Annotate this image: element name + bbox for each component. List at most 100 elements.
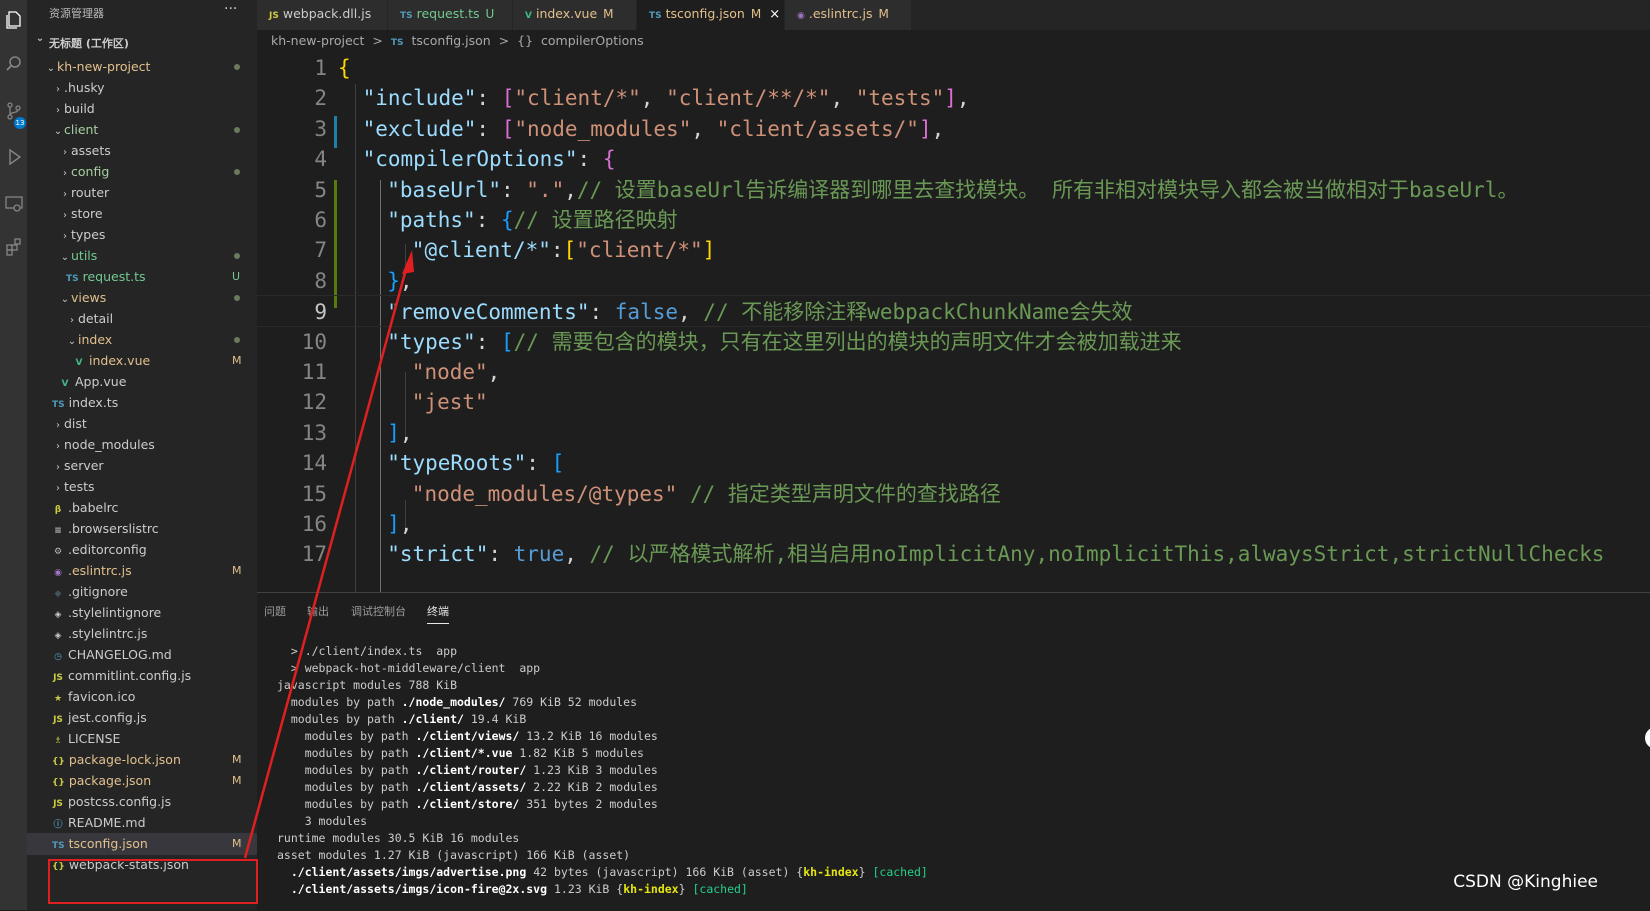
tree-item[interactable]: › tests bbox=[27, 476, 257, 498]
close-icon[interactable]: × bbox=[769, 7, 780, 22]
tree-item[interactable]: ≡ .browserslistrc bbox=[27, 518, 257, 540]
code-line[interactable]: 1{ bbox=[257, 52, 1650, 84]
tree-item[interactable]: › dist bbox=[27, 413, 257, 435]
tree-item[interactable]: ⌄ utils bbox=[27, 245, 257, 267]
search-icon[interactable] bbox=[0, 50, 27, 78]
code-text: "exclude": ["node_modules", "client/asse… bbox=[362, 116, 945, 141]
remote-explorer-icon[interactable] bbox=[0, 190, 27, 218]
tree-item-label: store bbox=[71, 206, 103, 221]
explorer-title: 资源管理器 bbox=[49, 7, 104, 20]
code-line[interactable]: 13], bbox=[257, 417, 1650, 449]
tree-item[interactable]: TS index.ts bbox=[27, 392, 257, 414]
tree-item[interactable]: β .babelrc bbox=[27, 497, 257, 519]
breadcrumb-project[interactable]: kh-new-project bbox=[271, 33, 364, 48]
tree-item[interactable]: JS postcss.config.js bbox=[27, 791, 257, 813]
terminal-line: > webpack-hot-middleware/client app bbox=[277, 661, 541, 675]
code-text: "include": ["client/*", "client/**/*", "… bbox=[362, 86, 970, 111]
tree-item[interactable]: ◈ .stylelintrc.js bbox=[27, 623, 257, 645]
tree-item[interactable]: ⚙ .editorconfig bbox=[27, 539, 257, 561]
code-line[interactable]: 14 "typeRoots": [ bbox=[257, 447, 1650, 479]
tree-item-label: index.vue bbox=[89, 353, 151, 368]
extensions-icon[interactable] bbox=[0, 233, 27, 261]
code-editor[interactable]: 1{2 "include": ["client/*", "client/**/*"… bbox=[257, 52, 1650, 592]
tree-item[interactable]: V App.vue bbox=[27, 371, 257, 393]
code-line[interactable]: 12 "jest" bbox=[257, 386, 1650, 418]
code-line[interactable]: 5 "baseUrl": ".",// 设置baseUrl告诉编译器到哪里去查找模… bbox=[257, 174, 1650, 206]
tree-item[interactable]: JS jest.config.js bbox=[27, 707, 257, 729]
files-icon[interactable] bbox=[0, 6, 27, 34]
terminal-line: modules by path ./client/router/ 1.23 Ki… bbox=[277, 763, 658, 777]
editor-tab[interactable]: JS webpack.dll.js bbox=[257, 0, 388, 30]
breadcrumb-file[interactable]: tsconfig.json bbox=[411, 33, 490, 48]
tree-item[interactable]: ★ favicon.ico bbox=[27, 686, 257, 708]
panel-tab[interactable]: 调试控制台 bbox=[351, 603, 406, 619]
code-line[interactable]: 9 "removeComments": false, // 不能移除注释webpa… bbox=[257, 295, 1650, 328]
line-number: 10 bbox=[301, 329, 327, 354]
terminal-output[interactable]: > ./client/index.ts app > webpack-hot-mi… bbox=[277, 643, 928, 898]
bottom-panel: 问题 输出 调试控制台 终端 > ./client/index.ts app > we… bbox=[257, 592, 1650, 911]
tree-item[interactable]: ⌄ kh-new-project bbox=[27, 56, 257, 78]
tree-item[interactable]: JS commitlint.config.js bbox=[27, 665, 257, 687]
tree-item[interactable]: › types bbox=[27, 224, 257, 246]
panel-tab[interactable]: 输出 bbox=[307, 603, 329, 619]
code-line[interactable]: 17 "strict": true, // 以严格模式解析,相当启用noImpli… bbox=[257, 538, 1650, 570]
tree-item[interactable]: ◆ .gitignore bbox=[27, 581, 257, 603]
tree-item[interactable]: › node_modules bbox=[27, 434, 257, 456]
editor-tab[interactable]: TS request.ts U bbox=[388, 0, 513, 30]
tree-item[interactable]: ♗ LICENSE bbox=[27, 728, 257, 750]
code-line[interactable]: 11 "node", bbox=[257, 356, 1650, 388]
code-line[interactable]: 2 "include": ["client/*", "client/**/*", … bbox=[257, 82, 1650, 114]
terminal-line: modules by path ./client/assets/ 2.22 Ki… bbox=[277, 780, 658, 794]
code-line[interactable]: 16], bbox=[257, 508, 1650, 540]
tab-status-badge: M bbox=[603, 7, 614, 21]
tree-item[interactable]: › assets bbox=[27, 140, 257, 162]
code-line[interactable]: 3 "exclude": ["node_modules", "client/ass… bbox=[257, 113, 1650, 145]
code-line[interactable]: 4 "compilerOptions": { bbox=[257, 143, 1650, 175]
tree-item-label: .editorconfig bbox=[68, 542, 147, 557]
tree-item[interactable]: › store bbox=[27, 203, 257, 225]
tree-item[interactable]: ⌄ views bbox=[27, 287, 257, 309]
editor-tab[interactable]: Vindex.vue M bbox=[513, 0, 637, 30]
panel-tab[interactable]: 问题 bbox=[264, 603, 286, 619]
tree-item-label: LICENSE bbox=[68, 731, 121, 746]
tree-item[interactable]: ⓘ README.md bbox=[27, 812, 257, 834]
breadcrumb-separator: > bbox=[498, 33, 510, 48]
tree-item[interactable]: ⌄ index bbox=[27, 329, 257, 351]
tree-item[interactable]: › config bbox=[27, 161, 257, 183]
tree-item[interactable]: TS tsconfig.json M bbox=[27, 833, 257, 855]
tree-item[interactable]: ⌄ client bbox=[27, 119, 257, 141]
code-line[interactable]: 10 "types": [// 需要包含的模块，只有在这里列出的模块的声明文件才会… bbox=[257, 326, 1650, 358]
file-type-icon: TS bbox=[649, 11, 662, 21]
code-text: "types": [// 需要包含的模块，只有在这里列出的模块的声明文件才会被加… bbox=[387, 329, 1182, 354]
tree-item-label: CHANGELOG.md bbox=[68, 647, 172, 662]
tree-item[interactable]: › router bbox=[27, 182, 257, 204]
tree-item[interactable]: {} package.json M bbox=[27, 770, 257, 792]
tree-item-label: router bbox=[71, 185, 110, 200]
tree-item[interactable]: {} package-lock.json M bbox=[27, 749, 257, 771]
tree-item[interactable]: ◈ .stylelintignore bbox=[27, 602, 257, 624]
code-line[interactable]: 6 "paths": {// 设置路径映射 bbox=[257, 204, 1650, 236]
editor-tab[interactable]: ◉ .eslintrc.js M bbox=[785, 0, 912, 30]
git-status-badge: U bbox=[232, 270, 241, 283]
tree-item[interactable]: › server bbox=[27, 455, 257, 477]
tree-item[interactable]: › build bbox=[27, 98, 257, 120]
panel-tab[interactable]: 终端 bbox=[427, 603, 449, 624]
breadcrumb-symbol[interactable]: compilerOptions bbox=[541, 33, 644, 48]
line-number: 6 bbox=[314, 208, 327, 232]
tree-item[interactable]: ◷ CHANGELOG.md bbox=[27, 644, 257, 666]
tree-item[interactable]: TS request.ts U bbox=[27, 266, 257, 288]
workspace-section[interactable]: ⌄ 无标题 (工作区) bbox=[27, 33, 257, 51]
editor-tabs: JS webpack.dll.js TS request.ts U Vindex.vue M… bbox=[257, 0, 1650, 30]
more-actions-button[interactable]: ··· bbox=[224, 1, 237, 17]
run-debug-icon[interactable] bbox=[0, 143, 27, 171]
code-line[interactable]: 7 "@client/*":["client/*"] bbox=[257, 234, 1650, 266]
code-line[interactable]: 8}, bbox=[257, 265, 1650, 297]
line-number: 4 bbox=[314, 147, 327, 172]
tree-item[interactable]: › detail bbox=[27, 308, 257, 330]
editor-tab[interactable]: TS tsconfig.json M × bbox=[637, 0, 785, 30]
line-number: 9 bbox=[314, 300, 327, 325]
tree-item[interactable]: › .husky bbox=[27, 77, 257, 99]
tree-item[interactable]: ◉ .eslintrc.js M bbox=[27, 560, 257, 582]
code-line[interactable]: 15 "node_modules/@types" // 指定类型声明文件的查找路径 bbox=[257, 478, 1650, 510]
tree-item[interactable]: Vindex.vue M bbox=[27, 350, 257, 372]
